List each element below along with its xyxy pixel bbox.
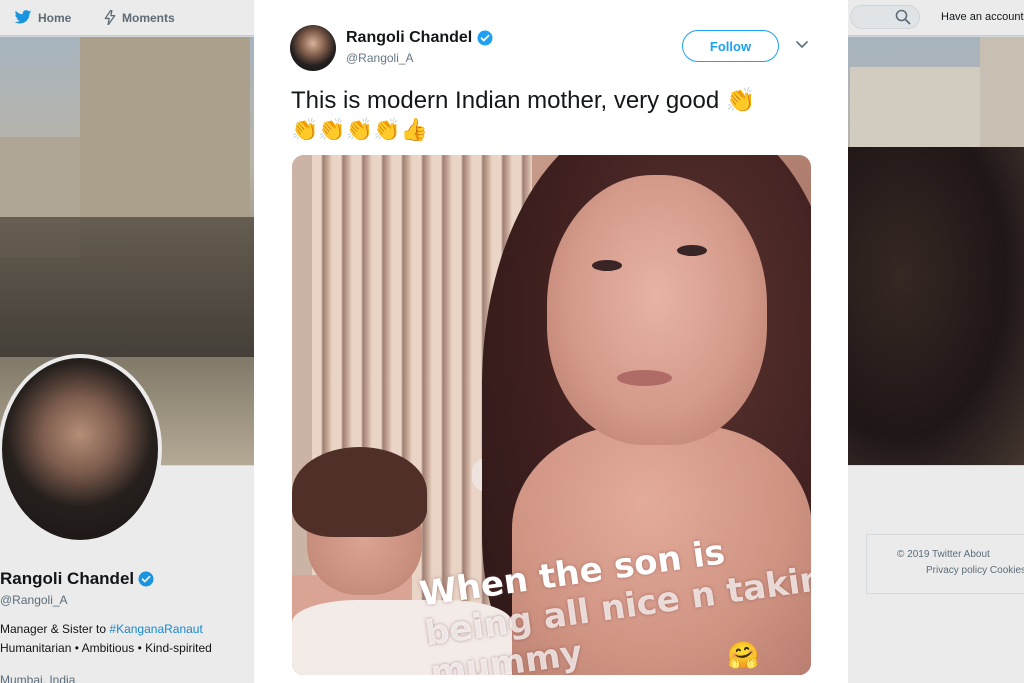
tweet-emoji-line: 👏👏👏👏👍 (291, 117, 428, 142)
tweet-author-name[interactable]: Rangoli Chandel (346, 29, 493, 47)
tweet-text: This is modern Indian mother, very good … (291, 87, 756, 114)
photo-boy-hair (292, 447, 427, 537)
tweet-author-handle[interactable]: @Rangoli_A (346, 51, 414, 65)
photo-lips (617, 370, 672, 386)
verified-badge-icon (477, 30, 493, 46)
follow-button[interactable]: Follow (682, 30, 779, 62)
photo-eye (677, 245, 707, 256)
tweet-photo[interactable]: When the son is being all nice n takin m… (292, 155, 811, 675)
photo-eye (592, 260, 622, 271)
hugging-face-emoji: 🤗 (727, 640, 760, 670)
tweet-author-name-text: Rangoli Chandel (346, 29, 473, 46)
tweet-author-avatar[interactable] (290, 25, 336, 71)
tweet-modal: Rangoli Chandel @Rangoli_A Follow This i… (254, 0, 848, 683)
photo-woman-face (547, 175, 767, 445)
chevron-down-icon[interactable] (795, 40, 809, 50)
